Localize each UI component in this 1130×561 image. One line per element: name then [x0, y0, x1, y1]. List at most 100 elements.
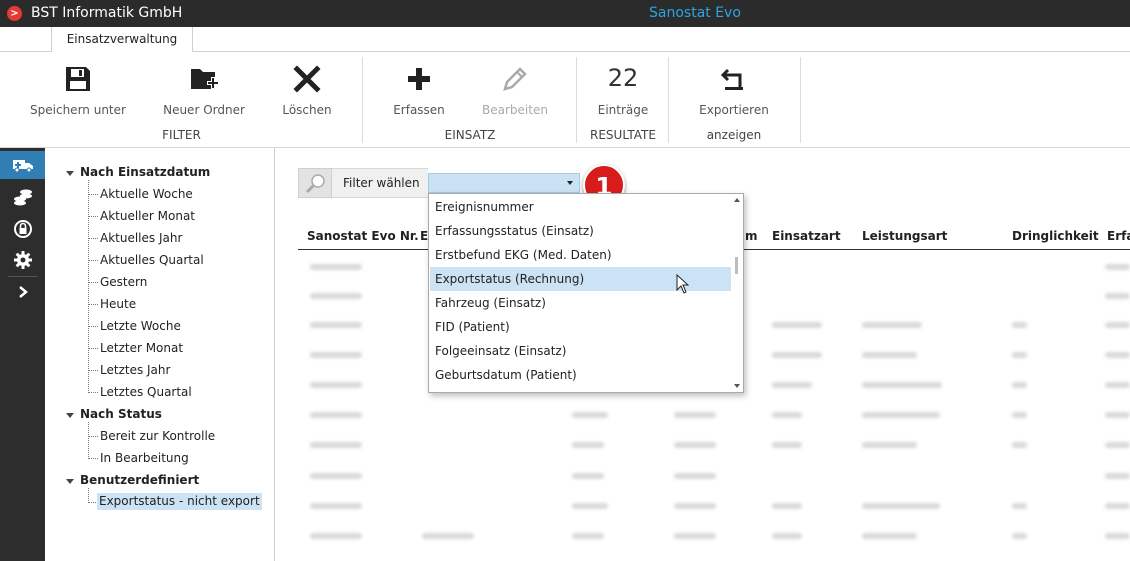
tree-item-aktuelles-jahr[interactable]: Aktuelles Jahr	[100, 231, 182, 245]
column-header-dringlichkeit[interactable]: Dringlichkeit	[1012, 229, 1099, 243]
collapse-icon[interactable]	[66, 479, 74, 484]
coins-icon	[13, 189, 32, 206]
new-folder-button[interactable]: Neuer Ordner	[152, 52, 256, 124]
table-cell	[1012, 503, 1027, 509]
lock-icon	[13, 220, 32, 238]
export-group-label: anzeigen	[706, 128, 762, 142]
scroll-thumb[interactable]	[735, 257, 738, 274]
table-cell	[674, 442, 716, 448]
table-cell	[862, 412, 940, 418]
table-row[interactable]	[310, 503, 362, 509]
sidebar-expand[interactable]	[0, 278, 45, 306]
create-button[interactable]: Erfassen	[382, 52, 456, 124]
sidebar-coins[interactable]	[0, 183, 45, 211]
table-cell	[674, 503, 716, 509]
table-cell	[572, 412, 608, 418]
new-folder-label: Neuer Ordner	[163, 103, 245, 117]
tree-guide	[88, 260, 98, 261]
tree-item-heute[interactable]: Heute	[100, 297, 136, 311]
search-icon	[305, 174, 325, 194]
collapse-icon[interactable]	[66, 413, 74, 418]
table-cell	[772, 442, 802, 448]
table-row[interactable]	[310, 533, 362, 539]
dropdown-option[interactable]: Erfassungsstatus (Einsatz)	[430, 219, 731, 243]
table-cell	[1012, 533, 1027, 539]
entries-count-number: 22	[607, 64, 639, 92]
table-row[interactable]	[310, 264, 362, 270]
table-row[interactable]	[310, 293, 362, 299]
filter-group-label: FILTER	[162, 128, 201, 142]
table-cell	[1105, 412, 1130, 418]
tree-item-letztes-jahr[interactable]: Letztes Jahr	[100, 363, 170, 377]
sidebar-lock[interactable]	[0, 215, 45, 243]
table-row[interactable]	[310, 412, 362, 418]
tree-guide	[88, 304, 98, 305]
table-row[interactable]	[310, 322, 362, 328]
column-header-nr[interactable]: Sanostat Evo Nr.	[307, 229, 419, 243]
column-header-erfa[interactable]: Erfa	[1107, 229, 1130, 243]
scroll-down-icon[interactable]	[734, 384, 740, 388]
tree-item-letztes-quartal[interactable]: Letztes Quartal	[100, 385, 192, 399]
sidebar-divider	[8, 276, 38, 277]
tree-item-letzter-monat[interactable]: Letzter Monat	[100, 341, 183, 355]
tab-strip: Einsatzverwaltung	[0, 27, 1130, 53]
table-row[interactable]	[310, 352, 362, 358]
scroll-up-icon[interactable]	[734, 198, 740, 202]
dropdown-option[interactable]: Fahrzeug (Einsatz)	[430, 291, 731, 315]
table-row[interactable]	[310, 382, 362, 388]
save-as-button[interactable]: Speichern unter	[25, 52, 131, 124]
search-button[interactable]	[298, 168, 332, 198]
tab-einsatzverwaltung[interactable]: Einsatzverwaltung	[51, 27, 193, 53]
export-button[interactable]: Exportieren	[690, 52, 778, 124]
ribbon-separator	[362, 57, 363, 143]
dropdown-option[interactable]: Geburtsdatum (Patient)	[430, 363, 731, 387]
tree-guide	[88, 282, 98, 283]
table-cell	[1105, 473, 1130, 479]
tree-item-aktueller-monat[interactable]: Aktueller Monat	[100, 209, 195, 223]
tree-guide	[88, 392, 98, 393]
dropdown-option[interactable]: Folgeeinsatz (Einsatz)	[430, 339, 731, 363]
filter-combobox[interactable]	[428, 173, 580, 193]
sidebar-ambulance[interactable]	[0, 151, 45, 179]
save-as-label: Speichern unter	[30, 103, 126, 117]
collapse-icon[interactable]	[66, 171, 74, 176]
tree-item-in-bearbeitung[interactable]: In Bearbeitung	[100, 451, 189, 465]
table-cell	[1012, 322, 1027, 328]
tree-category-date[interactable]: Nach Einsatzdatum	[80, 165, 210, 179]
tree-item-letzte-woche[interactable]: Letzte Woche	[100, 319, 181, 333]
edit-label: Bearbeiten	[482, 103, 548, 117]
tree-item-gestern[interactable]: Gestern	[100, 275, 147, 289]
tree-guide	[88, 488, 89, 503]
table-row[interactable]	[310, 442, 362, 448]
table-cell	[1105, 503, 1130, 509]
tree-guide	[88, 180, 89, 393]
sidebar-settings[interactable]	[0, 246, 45, 274]
tree-item-aktuelles-quartal[interactable]: Aktuelles Quartal	[100, 253, 204, 267]
table-cell	[572, 473, 604, 479]
table-cell	[772, 412, 802, 418]
table-row[interactable]	[310, 473, 362, 479]
column-header-einsatzart[interactable]: Einsatzart	[772, 229, 841, 243]
tree-category-custom[interactable]: Benutzerdefiniert	[80, 473, 199, 487]
table-cell	[862, 322, 922, 328]
edit-button[interactable]: Bearbeiten	[476, 52, 554, 124]
tree-item-aktuelle-woche[interactable]: Aktuelle Woche	[100, 187, 193, 201]
tree-guide	[88, 458, 98, 459]
tree-item-bereit-zur-kontrolle[interactable]: Bereit zur Kontrolle	[100, 429, 215, 443]
tree-guide	[88, 370, 98, 371]
dropdown-option[interactable]: Erstbefund EKG (Med. Daten)	[430, 243, 731, 267]
dropdown-option[interactable]: FID (Patient)	[430, 315, 731, 339]
results-group-label: RESULTATE	[590, 128, 656, 142]
tree-category-status[interactable]: Nach Status	[80, 407, 162, 421]
export-label: Exportieren	[699, 103, 769, 117]
table-cell	[862, 503, 940, 509]
chevron-down-icon	[567, 181, 573, 185]
column-header-datum[interactable]: m	[745, 229, 758, 243]
tree-item-exportstatus[interactable]: Exportstatus - nicht export	[97, 493, 262, 510]
dropdown-option[interactable]: Ereignisnummer	[430, 195, 731, 219]
delete-button[interactable]: Löschen	[270, 52, 344, 124]
table-cell	[674, 473, 716, 479]
dropdown-scrollbar[interactable]	[732, 194, 742, 392]
column-header-e[interactable]: E	[420, 229, 428, 243]
column-header-leistungsart[interactable]: Leistungsart	[862, 229, 947, 243]
